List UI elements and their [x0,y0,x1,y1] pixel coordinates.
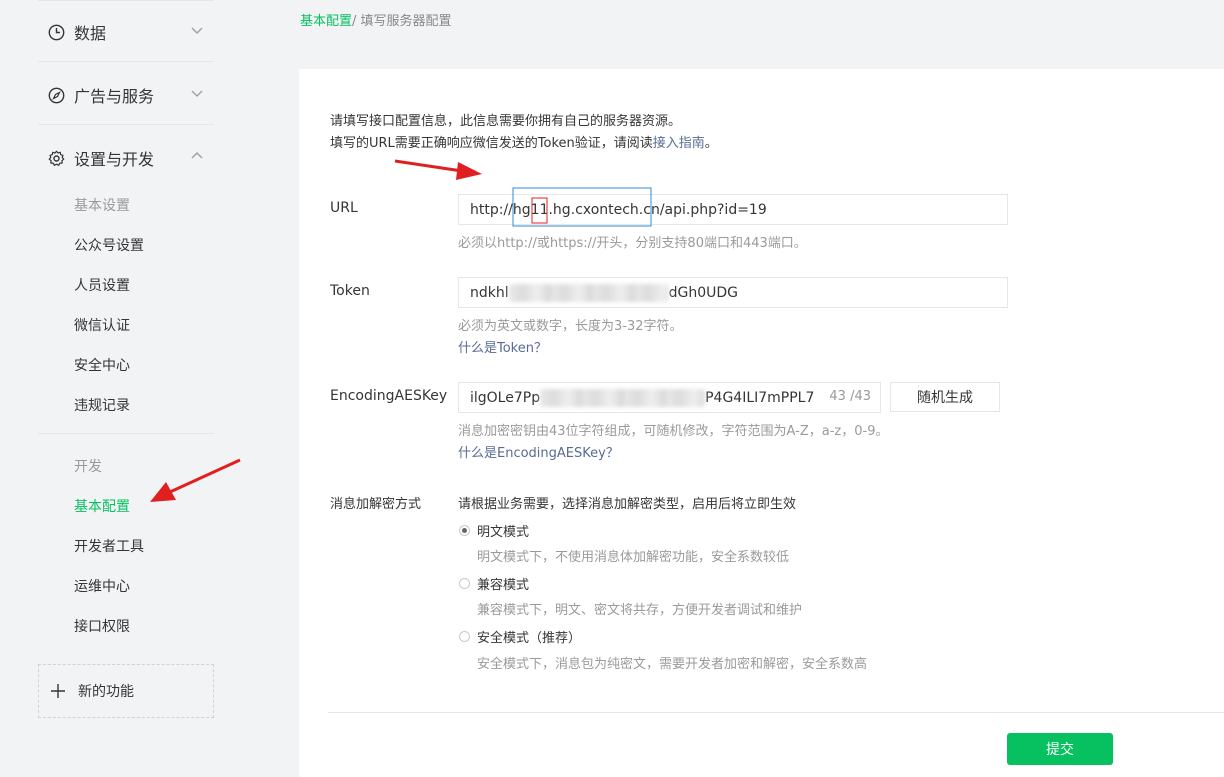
radio-label: 兼容模式 [477,578,530,593]
aes-label: EncodingAESKey [330,388,448,404]
new-feature-button[interactable]: 新的功能 [38,664,214,718]
sidebar-item-violation-records[interactable]: 违规记录 [74,395,130,415]
url-value-mark: 11 [530,201,549,218]
sidebar: 数据 广告与服务 设置与开发 基本设置 公众号设置 人员设置 微信认证 安全中心… [0,0,299,777]
data-clock-icon [48,24,65,40]
url-label: URL [330,200,358,216]
radio-compatible[interactable]: 兼容模式 [459,574,529,593]
aes-value-end: P4G4ILI7mPPL7 [705,389,815,406]
url-value-suffix: /api.php?id=19 [659,201,767,218]
url-value-prefix: http://hg [470,201,531,218]
radio-label: 安全模式（推荐） [477,631,582,646]
config-panel: 请填写接口配置信息，此信息需要你拥有自己的服务器资源。 填写的URL需要正确响应… [299,69,1224,777]
token-label: Token [330,283,370,299]
mode-instruction: 请根据业务需要，选择消息加解密类型，启用后将立即生效 [458,497,797,512]
sidebar-section-ads-head[interactable]: 广告与服务 [48,83,154,107]
sidebar-section-label: 数据 [74,24,107,43]
aes-input[interactable]: ilgOLe7Pp P4G4ILI7mPPL7 43 /43 [458,382,881,413]
breadcrumb-link[interactable]: 基本配置 [300,14,352,29]
new-feature-label: 新的功能 [78,684,134,700]
compass-icon [48,87,65,103]
mode-label: 消息加解密方式 [330,497,422,512]
sidebar-section-settings[interactable]: 设置与开发 [38,126,214,186]
radio-dot[interactable] [459,578,470,589]
url-value-domain: .hg.cxontech.cn [548,201,660,218]
token-input[interactable]: ndkhl dGh0UDG [458,277,1008,308]
intro-text: 请填写接口配置信息，此信息需要你拥有自己的服务器资源。 填写的URL需要正确响应… [330,111,718,155]
sidebar-section-label: 广告与服务 [74,87,155,106]
token-hint: 必须为英文或数字，长度为3-32字符。 [458,319,683,334]
sidebar-section-ads[interactable]: 广告与服务 [38,63,214,125]
aes-char-counter: 43 /43 [829,389,871,404]
redacted-blur [540,388,706,407]
radio-dot[interactable] [459,631,470,642]
gear-icon [48,150,65,166]
url-input[interactable]: http://hg 11 .hg.cxontech.cn/api.php?id=19 [458,194,1008,225]
sidebar-item-api-permissions[interactable]: 接口权限 [74,616,130,636]
aes-hint: 消息加密密钥由43位字符组成，可随机修改，字符范围为A-Z，a-z，0-9。 [458,424,889,439]
intro-line-1: 请填写接口配置信息，此信息需要你拥有自己的服务器资源。 [330,114,682,129]
sidebar-section-settings-head[interactable]: 设置与开发 [48,146,154,170]
url-hint: 必须以http://或https://开头，分别支持80端口和443端口。 [458,236,807,251]
chevron-down-icon[interactable] [190,23,204,37]
submit-button[interactable]: 提交 [1007,733,1113,765]
chevron-up-icon[interactable] [190,149,204,163]
token-value-start: ndkhl [470,284,509,301]
sidebar-item-security-center[interactable]: 安全中心 [74,355,130,375]
random-generate-button[interactable]: 随机生成 [890,382,1000,412]
sidebar-group-dev-label: 开发 [74,459,102,475]
aes-value-start: ilgOLe7Pp [470,389,541,406]
sidebar-item-basic-settings[interactable]: 基本设置 [74,195,130,215]
radio-desc: 兼容模式下，明文、密文将共存，方便开发者调试和维护 [477,603,803,618]
radio-desc: 安全模式下，消息包为纯密文，需要开发者加密和解密，安全系数高 [477,657,868,672]
intro-line-2-suffix: 。 [704,136,718,151]
what-is-token-link[interactable]: 什么是Token？ [458,337,547,356]
intro-line-2: 填写的URL需要正确响应微信发送的Token验证，请阅读接入指南。 [330,133,718,155]
sidebar-divider [38,61,214,62]
form-divider [328,712,1224,713]
sidebar-item-account-settings[interactable]: 公众号设置 [74,235,144,255]
sidebar-section-data-head[interactable]: 数据 [48,20,106,44]
sidebar-divider [38,124,214,125]
breadcrumb: 基本配置/ 填写服务器配置 [300,10,452,29]
intro-line-2-prefix: 填写的URL需要正确响应微信发送的Token验证，请阅读 [330,136,653,151]
radio-dot[interactable] [459,525,470,536]
sidebar-section-label: 设置与开发 [74,150,155,169]
chevron-down-icon[interactable] [190,86,204,100]
access-guide-link[interactable]: 接入指南 [653,136,705,151]
sidebar-item-dev-tools[interactable]: 开发者工具 [74,536,144,556]
sidebar-divider [38,433,214,434]
redacted-blur [508,283,669,302]
sidebar-item-basic-config[interactable]: 基本配置 [74,496,130,516]
breadcrumb-separator: / [352,14,357,29]
sidebar-item-wechat-verify[interactable]: 微信认证 [74,315,130,335]
token-value-end: dGh0UDG [668,284,739,301]
what-is-aes-link[interactable]: 什么是EncodingAESKey？ [458,442,619,461]
sidebar-section-data[interactable]: 数据 [38,0,214,62]
breadcrumb-current: 填写服务器配置 [360,14,452,29]
radio-desc: 明文模式下，不使用消息体加解密功能，安全系数较低 [477,550,790,565]
sidebar-item-staff-settings[interactable]: 人员设置 [74,275,130,295]
radio-label: 明文模式 [477,525,530,540]
radio-secure[interactable]: 安全模式（推荐） [459,627,581,646]
radio-plaintext[interactable]: 明文模式 [459,521,529,540]
sidebar-item-ops-center[interactable]: 运维中心 [74,576,130,596]
plus-icon [51,684,65,698]
